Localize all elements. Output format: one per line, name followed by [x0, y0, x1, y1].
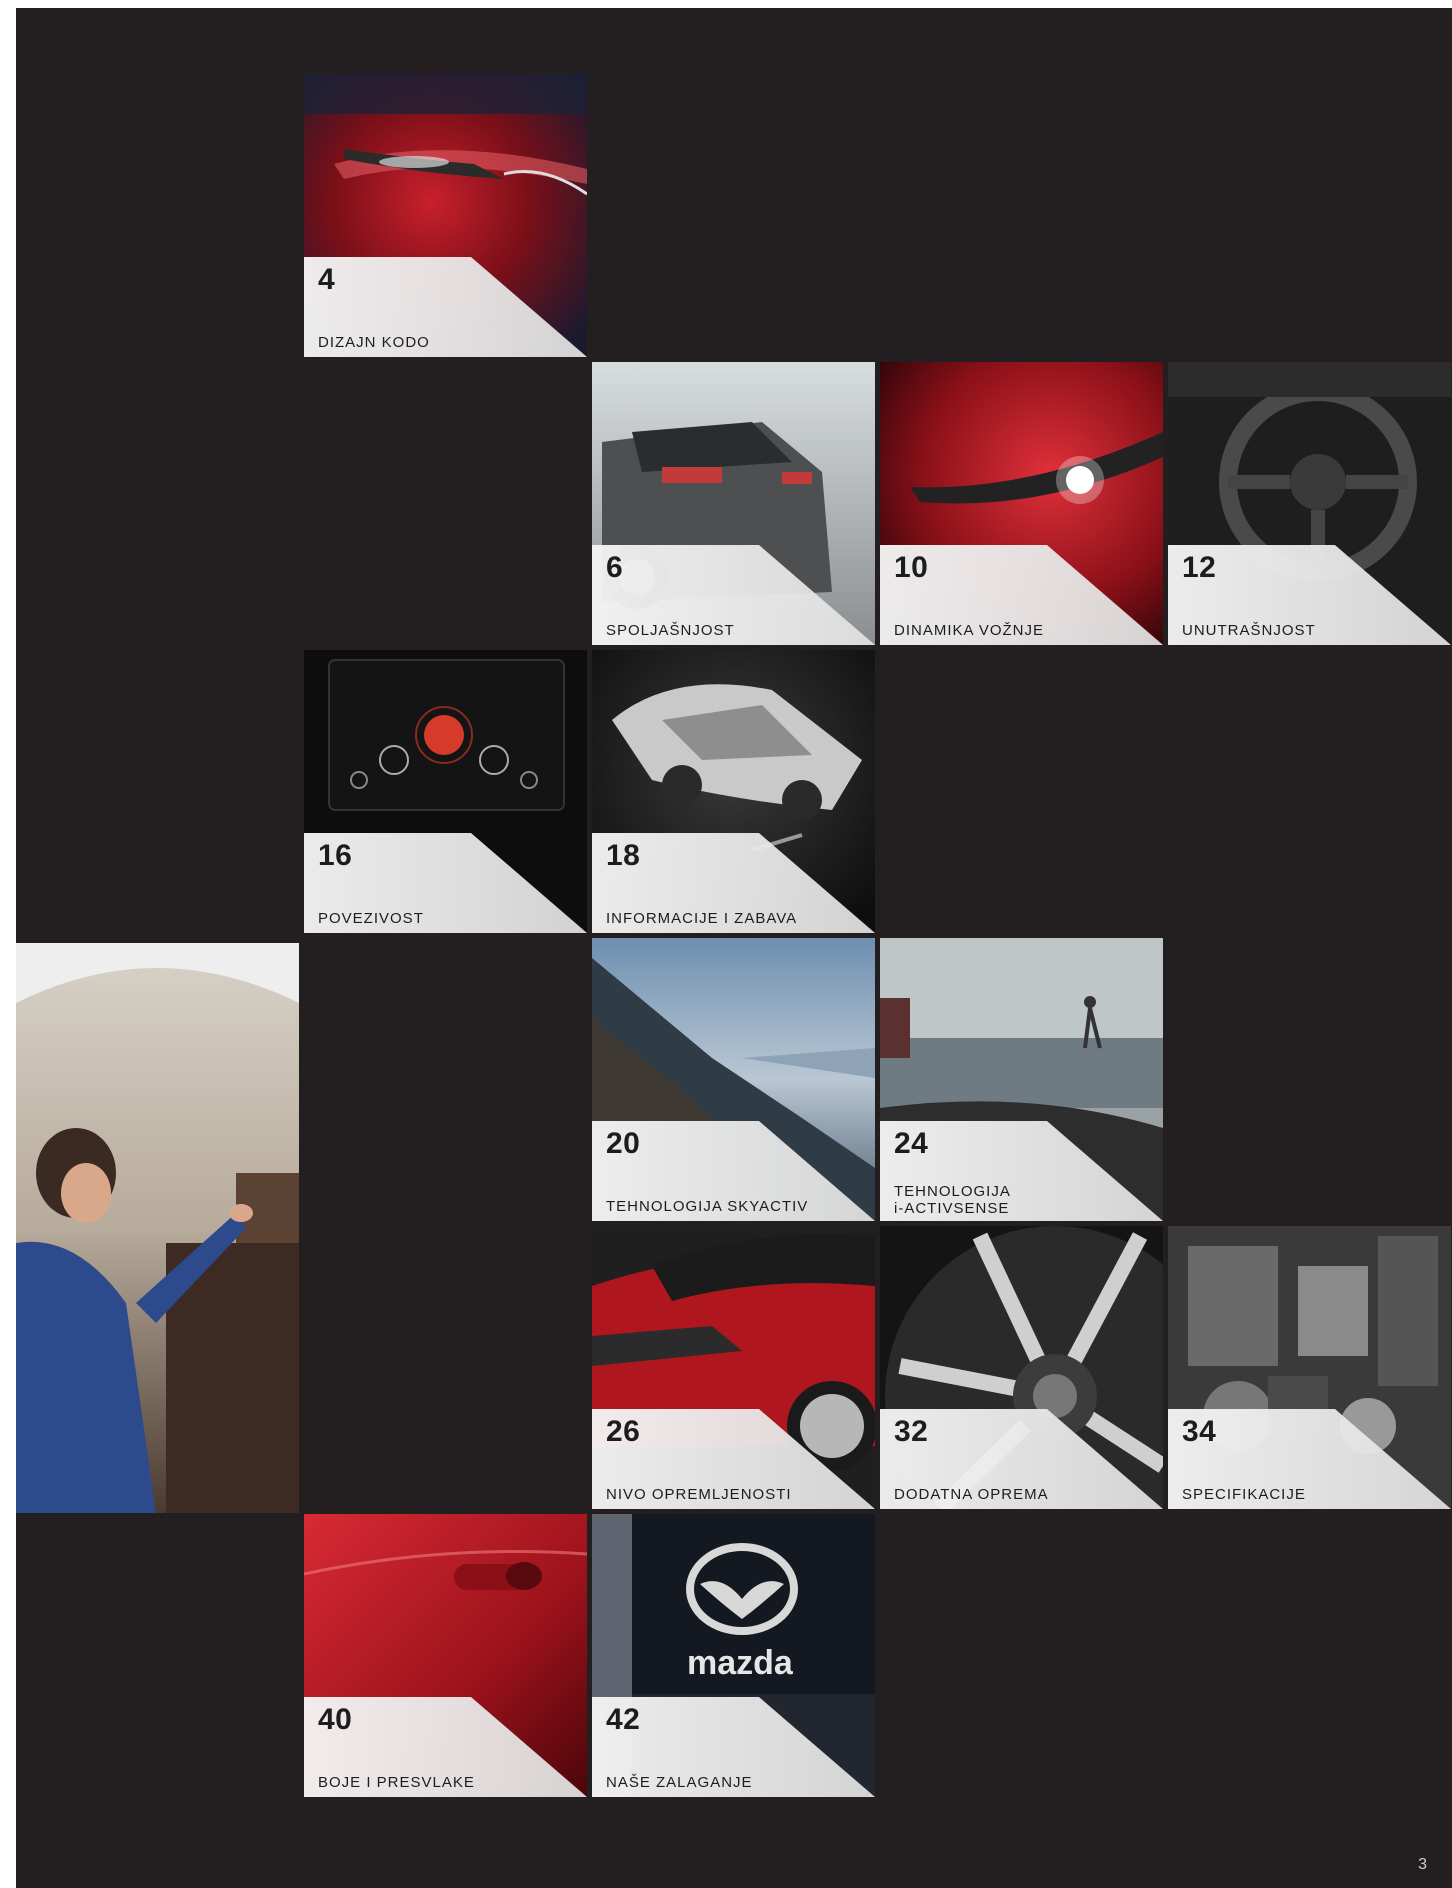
- page-ref-number: 24: [894, 1127, 929, 1160]
- toc-tile-dodatna-oprema[interactable]: 32 DODATNA OPREMA: [880, 1226, 1163, 1509]
- page-background: 4 DIZAJN KODO 6 SPOLJAŠNJOST 10 DINAMIKA…: [16, 8, 1452, 1888]
- tile-title: DINAMIKA VOŽNJE: [894, 622, 1045, 639]
- tile-title-line-1: TEHNOLOGIJA: [894, 1183, 1011, 1200]
- toc-tile-tehnologija-skyactiv[interactable]: 20 TEHNOLOGIJA SKYACTIV: [592, 938, 875, 1221]
- tile-title: TEHNOLOGIJA SKYACTIV: [606, 1198, 809, 1215]
- toc-tile-boje-i-presvlake[interactable]: 40 BOJE I PRESVLAKE: [304, 1514, 587, 1797]
- page-ref-number: 32: [894, 1415, 929, 1448]
- page-ref-number: 18: [606, 839, 641, 872]
- toc-tile-nase-zalaganje[interactable]: mazda 42 NAŠE ZALAGANJE: [592, 1514, 875, 1797]
- page-ref-number: 34: [1182, 1415, 1217, 1448]
- tile-title: TEHNOLOGIJA i-ACTIVSENSE: [894, 1183, 1011, 1217]
- toc-tile-povezivost[interactable]: 16 POVEZIVOST: [304, 650, 587, 933]
- tile-title: NAŠE ZALAGANJE: [606, 1774, 753, 1791]
- toc-tile-specifikacije[interactable]: 34 SPECIFIKACIJE: [1168, 1226, 1451, 1509]
- page-ref-number: 16: [318, 839, 353, 872]
- page-ref-number: 20: [606, 1127, 641, 1160]
- tile-title: DIZAJN KODO: [318, 334, 430, 351]
- tile-title: SPOLJAŠNJOST: [606, 622, 735, 639]
- tile-title: DODATNA OPREMA: [894, 1486, 1049, 1503]
- page-ref-number: 10: [894, 551, 929, 584]
- toc-tile-tehnologija-i-activsense[interactable]: 24 TEHNOLOGIJA i-ACTIVSENSE: [880, 938, 1163, 1221]
- page-ref-number: 26: [606, 1415, 641, 1448]
- page-ref-number: 42: [606, 1703, 641, 1736]
- tile-title: UNUTRAŠNJOST: [1182, 622, 1316, 639]
- page-ref-number: 40: [318, 1703, 353, 1736]
- tile-title: POVEZIVOST: [318, 910, 424, 927]
- page-ref-number: 6: [606, 551, 624, 584]
- tile-title: INFORMACIJE I ZABAVA: [606, 910, 798, 927]
- toc-tile-spoljasnjost[interactable]: 6 SPOLJAŠNJOST: [592, 362, 875, 645]
- tile-title: NIVO OPREMLJENOSTI: [606, 1486, 792, 1503]
- toc-tile-nivo-opremljenosti[interactable]: 26 NIVO OPREMLJENOSTI: [592, 1226, 875, 1509]
- woman-touching-car-door-photo: [16, 943, 299, 1513]
- tile-title: BOJE I PRESVLAKE: [318, 1774, 475, 1791]
- page-number: 3: [1418, 1856, 1427, 1873]
- toc-tile-informacije-i-zabava[interactable]: 18 INFORMACIJE I ZABAVA: [592, 650, 875, 933]
- toc-tile-dizajn-kodo[interactable]: 4 DIZAJN KODO: [304, 74, 587, 357]
- page-ref-number: 4: [318, 263, 336, 296]
- page-ref-number: 12: [1182, 551, 1217, 584]
- tile-title: SPECIFIKACIJE: [1182, 1486, 1306, 1503]
- mazda-logo-text: mazda: [687, 1644, 794, 1682]
- toc-tile-dinamika-voznje[interactable]: 10 DINAMIKA VOŽNJE: [880, 362, 1163, 645]
- toc-tile-unutrasnjost[interactable]: 12 UNUTRAŠNJOST: [1168, 362, 1451, 645]
- tile-title-line-2: i-ACTIVSENSE: [894, 1200, 1010, 1217]
